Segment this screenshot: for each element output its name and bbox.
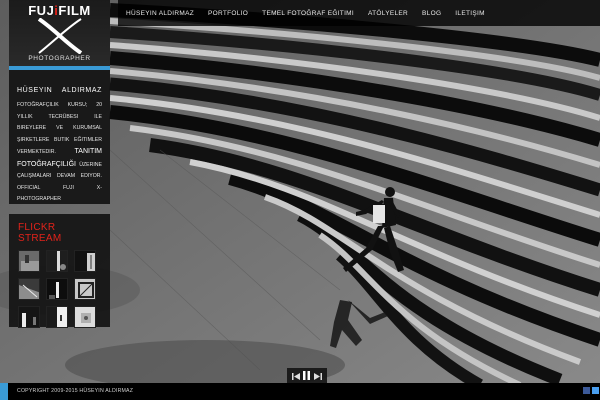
thumbnail-image	[75, 251, 95, 271]
flickr-thumbnail[interactable]	[18, 278, 40, 300]
copyright-text: COPYRIGHT 2009-2015 HÜSEYIN ALDIRMAZ	[17, 388, 134, 394]
flickr-thumbnail[interactable]	[46, 278, 68, 300]
flickr-title: FLICKR STREAM	[18, 222, 62, 244]
nav-menu: HÜSEYIN ALDIRMAZ PORTFOLIO TEMEL FOTOĞRA…	[118, 0, 600, 26]
about-text: FOTOĞRAFÇILIK KURSU; 20 YILLIK TECRÜBESI…	[17, 100, 102, 206]
flickr-thumbnail[interactable]	[74, 278, 96, 300]
flickr-panel: FLICKR STREAM	[9, 214, 110, 328]
about-last-name: ALDIRMAZ	[61, 87, 102, 94]
nav-item-temel-fotograf-egitimi[interactable]: TEMEL FOTOĞRAF EĞITIMI	[262, 10, 354, 17]
flickr-thumbnail[interactable]	[46, 250, 68, 272]
flickr-thumbnail[interactable]	[46, 306, 68, 328]
nav-item-blog[interactable]: BLOG	[422, 10, 441, 17]
nav-item-portfolio[interactable]: PORTFOLIO	[208, 10, 248, 17]
brand-name-right: FILM	[58, 3, 91, 18]
brand-tagline: PHOTOGRAPHER	[28, 55, 91, 62]
flickr-thumbnail[interactable]	[18, 306, 40, 328]
site-logo[interactable]: FUJiFILM PHOTOGRAPHER	[9, 0, 110, 67]
thumbnail-image	[47, 279, 67, 299]
pause-icon[interactable]	[303, 367, 311, 385]
footer-accent-bar	[0, 383, 8, 400]
flickr-thumbnail[interactable]	[74, 250, 96, 272]
facebook-icon[interactable]	[583, 387, 590, 394]
next-icon[interactable]	[314, 367, 323, 385]
brand-name-left: FUJ	[28, 3, 55, 18]
footer: COPYRIGHT 2009-2015 HÜSEYIN ALDIRMAZ	[0, 383, 600, 400]
thumbnail-image	[75, 307, 95, 327]
thumbnail-image	[19, 279, 39, 299]
about-first-name: HÜSEYIN	[17, 87, 53, 94]
thumbnail-image	[47, 307, 67, 327]
twitter-icon[interactable]	[592, 387, 599, 394]
previous-icon[interactable]	[291, 367, 300, 385]
thumbnail-image	[75, 279, 95, 299]
about-name: HÜSEYIN ALDIRMAZ	[17, 87, 102, 94]
brand-wordmark: FUJiFILM	[9, 3, 110, 18]
nav-item-atolyeler[interactable]: ATÖLYELER	[368, 10, 408, 17]
slideshow-controls	[287, 368, 327, 383]
flickr-thumbnail[interactable]	[74, 306, 96, 328]
flickr-thumbnail-grid	[18, 250, 101, 328]
thumbnail-image	[19, 251, 39, 271]
x-logo-icon	[37, 18, 83, 54]
thumbnail-image	[47, 251, 67, 271]
flickr-thumbnail[interactable]	[18, 250, 40, 272]
nav-item-huseyin-aldirmaz[interactable]: HÜSEYIN ALDIRMAZ	[126, 10, 194, 17]
social-links	[583, 387, 599, 394]
thumbnail-image	[19, 307, 39, 327]
nav-item-iletisim[interactable]: ILETIŞIM	[455, 10, 485, 17]
top-nav: HÜSEYIN ALDIRMAZ PORTFOLIO TEMEL FOTOĞRA…	[118, 0, 600, 26]
about-panel: HÜSEYIN ALDIRMAZ FOTOĞRAFÇILIK KURSU; 20…	[9, 70, 110, 204]
